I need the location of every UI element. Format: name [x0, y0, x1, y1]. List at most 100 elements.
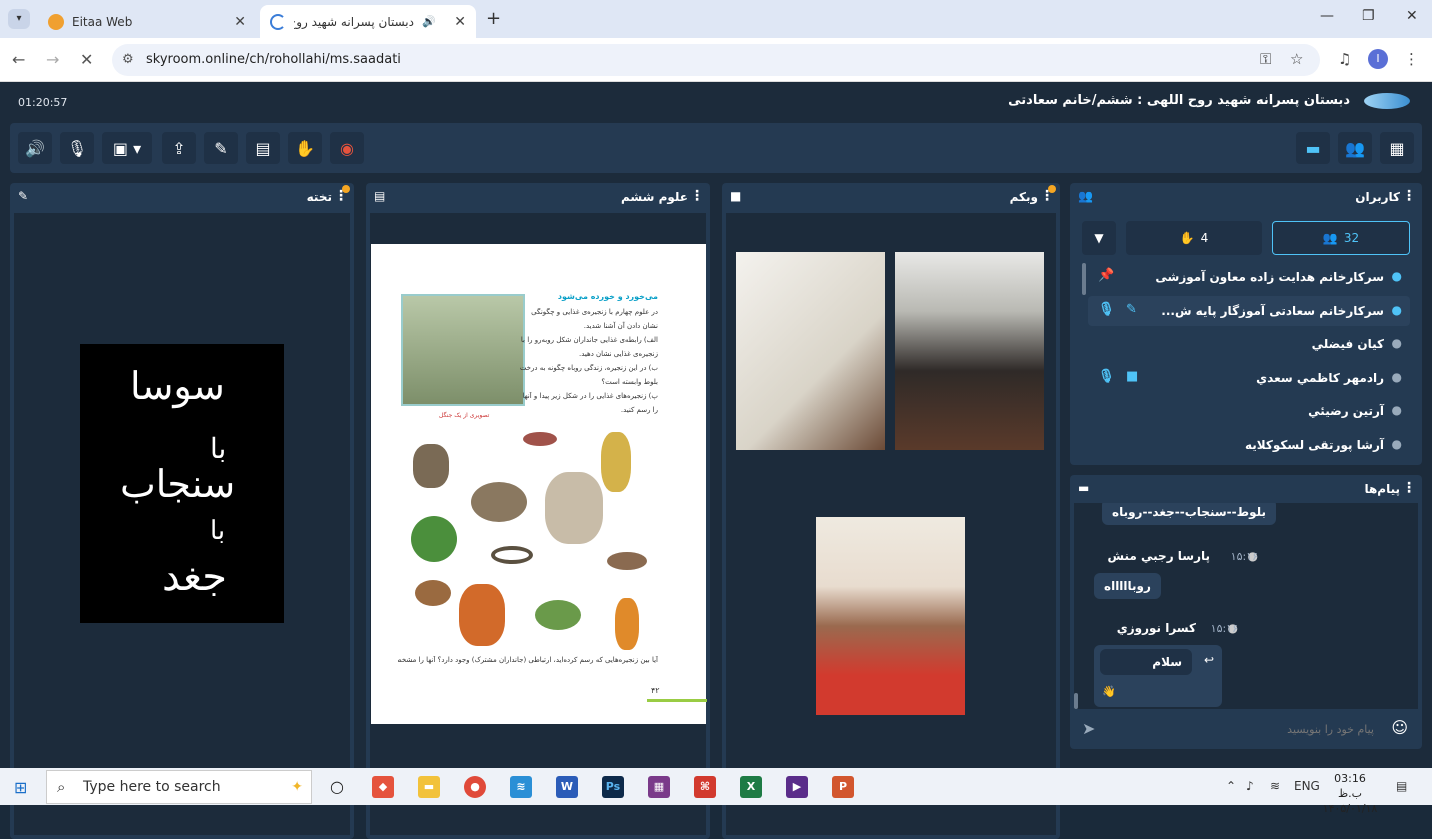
message-bubble: ↩ سلام 👋 — [1094, 645, 1222, 707]
powerpoint-icon[interactable]: P — [832, 776, 854, 798]
language-indicator[interactable]: ENG — [1294, 779, 1320, 793]
panel-title: کاربران — [1355, 190, 1400, 204]
elapsed-time: 01:20:57 — [18, 96, 68, 109]
page-line: ب) در این زنجیره، زندگی روباه چگونه به د… — [519, 364, 658, 372]
skyroom-logo — [1364, 93, 1410, 109]
file-explorer-icon[interactable]: ▬ — [418, 776, 440, 798]
tab-search-button[interactable]: ▾ — [8, 9, 30, 29]
whiteboard-area[interactable]: سوسا با سنجاب با جغد — [14, 213, 350, 835]
photoshop-icon[interactable]: Ps — [602, 776, 624, 798]
more-icon[interactable]: ⋮ — [1402, 480, 1416, 496]
forward-icon[interactable]: → — [46, 50, 59, 69]
app-icon[interactable]: ≋ — [510, 776, 532, 798]
user-row[interactable]: ● رادمهر کاظمي سعدي ■ 🎙 — [1088, 363, 1410, 393]
tab-label: دبستان پسرانه شهید روح اللهی — [294, 14, 414, 29]
chat-icon[interactable]: ▬ — [1296, 132, 1330, 164]
message-time: ۱۵:۱۶ — [1230, 550, 1258, 563]
tab-skyroom[interactable]: دبستان پسرانه شهید روح اللهی 🔊 ✕ — [260, 5, 476, 38]
mic-off-icon[interactable]: 🎙 — [60, 132, 94, 164]
raise-hand-icon[interactable]: ✋ — [288, 132, 322, 164]
panel-title: پیام‌ها — [1364, 482, 1400, 496]
minimize-button[interactable]: — — [1320, 8, 1334, 24]
owl-image — [413, 444, 449, 488]
message-input[interactable] — [1110, 717, 1374, 741]
task-view-icon[interactable]: ○ — [326, 776, 348, 798]
volume-icon[interactable]: ♪ — [1246, 779, 1254, 793]
page-line: را رسم کنید. — [620, 406, 658, 414]
star-icon[interactable]: ☆ — [1290, 50, 1303, 68]
brush-icon[interactable]: ✎ — [204, 132, 238, 164]
close-icon[interactable]: ✕ — [454, 14, 466, 30]
taskbar-clock[interactable]: 03:16 ب.ظ ۱۴۰۵/۰۱/۱۸ — [1322, 771, 1378, 816]
audio-icon[interactable]: 🔊 — [422, 15, 436, 28]
whiteboard-canvas[interactable]: سوسا با سنجاب با جغد — [80, 344, 284, 623]
close-window-button[interactable]: ✕ — [1406, 8, 1418, 24]
document-viewer[interactable]: می‌خورد و خورده می‌شود در علوم چهارم با … — [370, 213, 707, 835]
menu-icon[interactable]: ⋮ — [1404, 50, 1419, 68]
webcam-panel: ■ وبکم ⋮ — [722, 183, 1060, 839]
maximize-button[interactable]: ❐ — [1362, 8, 1375, 24]
record-icon[interactable]: ◉ — [330, 132, 364, 164]
url-field[interactable]: ⚙ skyroom.online/ch/rohollahi/ms.saadati — [112, 44, 1320, 76]
key-icon[interactable]: ⚿ — [1260, 50, 1271, 68]
stop-icon[interactable]: ✕ — [80, 50, 93, 69]
user-row[interactable]: ● سرکارخانم سعادتی آموزگار پایه ش... ✎ 🎙 — [1088, 296, 1410, 326]
profile-avatar[interactable]: I — [1368, 49, 1388, 69]
site-info-icon[interactable]: ⚙ — [122, 44, 134, 76]
new-tab-button[interactable]: + — [486, 8, 501, 29]
reply-icon[interactable]: ↩ — [1204, 653, 1214, 667]
messages-list[interactable]: بلوط--سنجاب--جغد--روباه ● پارسا رجبي منش… — [1074, 503, 1418, 709]
speaker-icon[interactable]: 🔊 — [18, 132, 52, 164]
more-icon[interactable]: ⋮ — [690, 188, 704, 204]
word-icon[interactable]: W — [556, 776, 578, 798]
user-icon: ● — [1391, 437, 1402, 451]
tab-eitaa[interactable]: Eitaa Web ✕ — [38, 5, 256, 38]
browser-tab-bar: ▾ Eitaa Web ✕ دبستان پسرانه شهید روح الل… — [0, 0, 1432, 38]
apps-grid-icon[interactable]: ▦ — [1380, 132, 1414, 164]
tab-label: Eitaa Web — [72, 14, 133, 29]
document-panel: ▤ علوم ششم ⋮ می‌خورد و خورده می‌شود در ع… — [366, 183, 710, 839]
user-row[interactable]: ● کیان فیضلي — [1088, 329, 1410, 359]
windows-start-icon[interactable]: ⊞ — [14, 778, 27, 797]
video-tile-2[interactable] — [895, 252, 1044, 450]
video-tile-3[interactable] — [816, 517, 965, 715]
clock-time: 03:16 ب.ظ — [1334, 772, 1366, 800]
video-tile-1[interactable] — [736, 252, 885, 450]
camera-off-icon[interactable]: ▣ ▾ — [102, 132, 152, 164]
send-icon[interactable]: ➤ — [1082, 719, 1095, 738]
raised-hands-button[interactable]: ✋ 4 — [1126, 221, 1262, 255]
pencil-icon[interactable]: ✎ — [18, 189, 28, 203]
notification-icon[interactable]: ▤ — [1396, 779, 1407, 793]
all-users-button[interactable]: 👥 32 — [1272, 221, 1410, 255]
more-icon[interactable]: ⋮ — [1402, 188, 1416, 204]
winrar-icon[interactable]: ▦ — [648, 776, 670, 798]
media-icon[interactable]: ♫ — [1338, 50, 1351, 68]
user-row[interactable]: ● آرتین رضیئي — [1088, 396, 1410, 426]
media-player-icon[interactable]: ▶ — [786, 776, 808, 798]
anydesk-icon[interactable]: ◆ — [372, 776, 394, 798]
share-screen-icon[interactable]: ⇪ — [162, 132, 196, 164]
files-icon[interactable]: ▤ — [246, 132, 280, 164]
user-row[interactable]: ● آرشا پورتقی لسکوکلایه — [1088, 430, 1410, 460]
chat-input-row: ➤ ☺ — [1074, 713, 1418, 745]
network-icon[interactable]: ≋ — [1270, 779, 1280, 793]
chrome-icon[interactable]: ● — [464, 776, 486, 798]
taskbar-search[interactable]: ⌕ Type here to search ✦ — [46, 770, 312, 804]
drawing-line: با — [210, 516, 226, 546]
user-row[interactable]: ● سرکارخانم هدایت زاده معاون آموزشی 📌 — [1088, 262, 1410, 292]
emoji-icon[interactable]: ☺ — [1391, 718, 1408, 737]
pdf-icon[interactable]: ⌘ — [694, 776, 716, 798]
close-icon[interactable]: ✕ — [234, 14, 246, 30]
filter-icon[interactable]: ▼ — [1082, 221, 1116, 255]
back-icon[interactable]: ← — [12, 50, 25, 69]
image-caption: تصویری از یک جنگل — [439, 412, 490, 419]
wheat-image — [601, 432, 631, 492]
tray-arrow-icon[interactable]: ⌃ — [1226, 779, 1236, 793]
scrollbar[interactable] — [1082, 263, 1086, 295]
user-icon: ● — [1391, 336, 1402, 350]
message-bubble: بلوط--سنجاب--جغد--روباه — [1102, 503, 1277, 525]
excel-icon[interactable]: X — [740, 776, 762, 798]
scrollbar[interactable] — [1074, 693, 1078, 709]
users-icon[interactable]: 👥 — [1338, 132, 1372, 164]
pin-icon[interactable]: 📌 — [1098, 268, 1114, 283]
